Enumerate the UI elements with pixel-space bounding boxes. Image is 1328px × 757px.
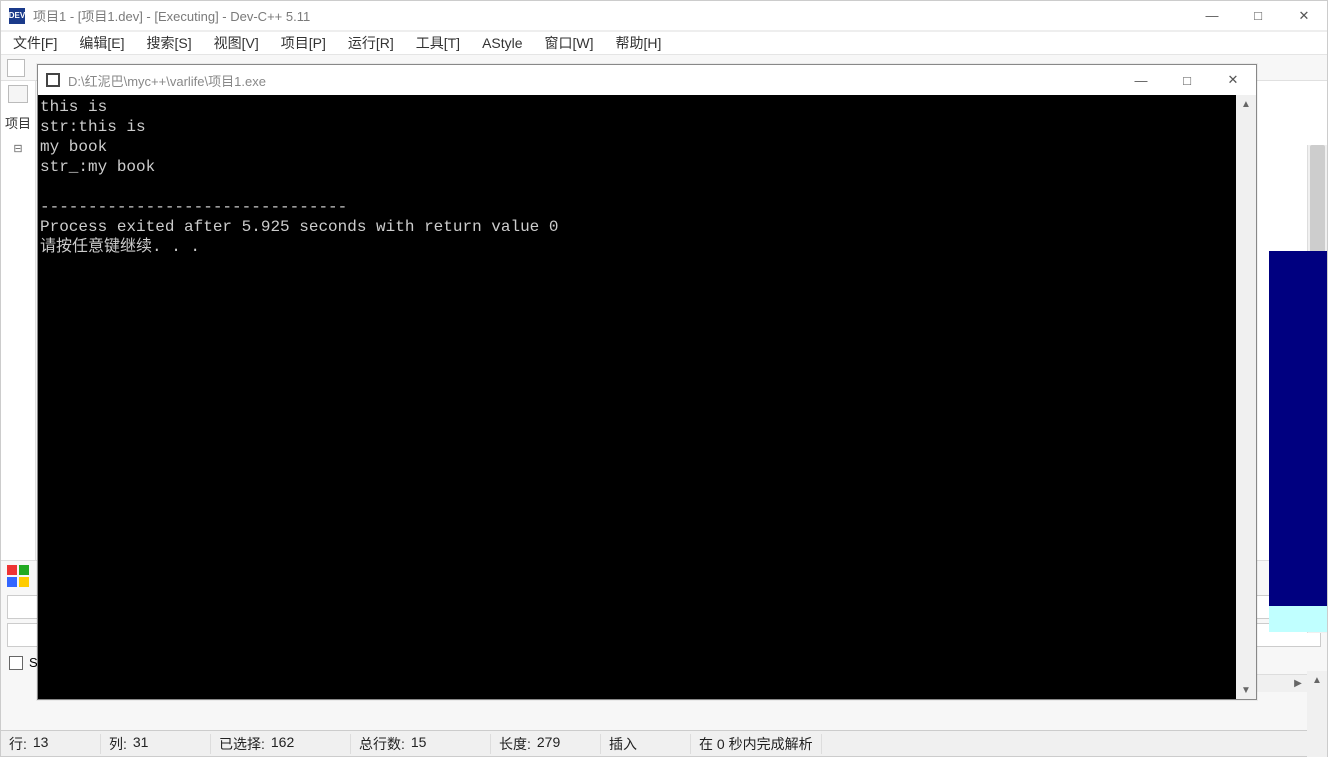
console-window[interactable]: D:\红泥巴\myc++\varlife\项目1.exe — □ ✕ this …	[37, 64, 1257, 700]
status-length-value: 279	[537, 734, 560, 754]
menu-tools[interactable]: 工具[T]	[412, 31, 464, 55]
panel-icon[interactable]	[8, 85, 28, 103]
status-selected-label: 已选择:	[219, 734, 265, 754]
editor-current-line-highlight	[1269, 606, 1327, 632]
menu-search[interactable]: 搜索[S]	[142, 31, 195, 55]
console-vscrollbar[interactable]: ▲ ▼	[1236, 95, 1256, 699]
app-icon: DEV	[9, 8, 25, 24]
scroll-up-icon[interactable]: ▲	[1307, 671, 1327, 689]
project-panel: 项目 ⊟	[1, 81, 36, 560]
minimize-button[interactable]: —	[1189, 1, 1235, 31]
scroll-right-icon[interactable]: ▶	[1289, 678, 1307, 689]
menu-run[interactable]: 运行[R]	[344, 31, 398, 55]
status-total-lines-label: 总行数:	[359, 734, 405, 754]
toolbar-icon[interactable]	[7, 59, 25, 77]
menu-edit[interactable]: 编辑[E]	[75, 31, 128, 55]
status-selected-value: 162	[271, 734, 294, 754]
scroll-up-icon[interactable]: ▲	[1236, 95, 1256, 113]
status-line-value: 13	[33, 734, 49, 754]
outer-titlebar[interactable]: DEV 项目1 - [项目1.dev] - [Executing] - Dev-…	[1, 1, 1327, 31]
class-browser-icon[interactable]	[7, 565, 29, 587]
close-button[interactable]: ✕	[1281, 1, 1327, 31]
menubar: 文件[F] 编辑[E] 搜索[S] 视图[V] 项目[P] 运行[R] 工具[T…	[1, 31, 1327, 55]
console-titlebar[interactable]: D:\红泥巴\myc++\varlife\项目1.exe — □ ✕	[38, 65, 1256, 95]
tree-collapse-icon[interactable]: ⊟	[13, 142, 22, 155]
menu-view[interactable]: 视图[V]	[210, 31, 263, 55]
console-minimize-button[interactable]: —	[1118, 65, 1164, 95]
console-close-button[interactable]: ✕	[1210, 65, 1256, 95]
statusbar: 行: 13 列: 31 已选择: 162 总行数: 15 长度: 279 插入 …	[1, 730, 1327, 756]
status-length-label: 长度:	[499, 734, 531, 754]
status-total-lines-value: 15	[411, 734, 427, 754]
console-body[interactable]: this is str:this is my book str_:my book…	[38, 95, 1256, 699]
console-title: D:\红泥巴\myc++\varlife\项目1.exe	[68, 71, 1118, 90]
status-col-label: 列:	[109, 734, 127, 754]
menu-window[interactable]: 窗口[W]	[541, 31, 598, 55]
project-panel-label: 项目	[5, 113, 31, 132]
status-parse-msg: 在 0 秒内完成解析	[699, 734, 813, 754]
status-col-value: 31	[133, 734, 149, 754]
console-output: this is str:this is my book str_:my book…	[38, 95, 1256, 259]
console-maximize-button[interactable]: □	[1164, 65, 1210, 95]
window-title: 项目1 - [项目1.dev] - [Executing] - Dev-C++ …	[33, 6, 1189, 25]
status-line-label: 行:	[9, 734, 27, 754]
console-app-icon	[46, 73, 60, 87]
maximize-button[interactable]: □	[1235, 1, 1281, 31]
bottom-vscrollbar[interactable]: ▲ ▼	[1307, 671, 1327, 757]
editor-selection-highlight	[1269, 251, 1327, 606]
menu-help[interactable]: 帮助[H]	[612, 31, 666, 55]
menu-project[interactable]: 项目[P]	[277, 31, 330, 55]
bottom-checkbox[interactable]	[9, 656, 23, 670]
scroll-down-icon[interactable]: ▼	[1236, 681, 1256, 699]
menu-astyle[interactable]: AStyle	[478, 33, 526, 53]
menu-file[interactable]: 文件[F]	[9, 31, 61, 55]
status-insert-mode: 插入	[609, 734, 637, 754]
